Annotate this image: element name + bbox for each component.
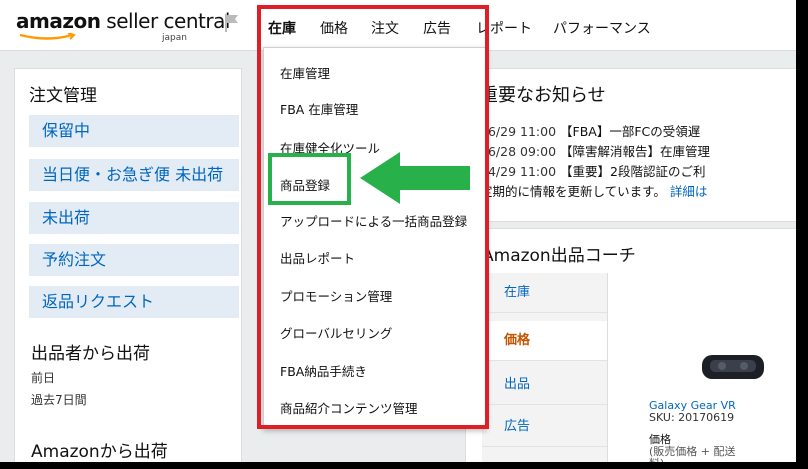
coach-tab-inventory[interactable]: 在庫 — [482, 273, 607, 313]
notice-details-link[interactable]: 詳細は — [670, 184, 708, 199]
same-day-unshipped-button[interactable]: 当日便・お急ぎ便 未出荷 — [29, 159, 239, 191]
product-sku: SKU: 20170619 — [649, 411, 735, 424]
nav-performance[interactable]: パフォーマンス — [553, 18, 651, 38]
amazon-seller-central-logo[interactable]: amazon seller central japan — [16, 9, 230, 43]
return-requests-button[interactable]: 返品リクエスト — [29, 286, 239, 318]
menu-item-add-product[interactable]: 商品登録 — [280, 175, 330, 194]
notice-item[interactable]: 04/29 11:00 【重要】2段階認証のご利 — [480, 161, 705, 180]
logo-seller-central-text: seller central — [100, 9, 230, 33]
menu-item-bulk-upload[interactable]: アップロードによる一括商品登録 — [280, 211, 467, 230]
menu-item-promotions[interactable]: プロモーション管理 — [280, 286, 392, 305]
notice-item[interactable]: 06/28 09:00 【障害解消報告】在庫管理 — [480, 141, 710, 160]
notice-footer: 定期的に情報を更新しています。 詳細は — [480, 184, 708, 199]
preorders-button[interactable]: 予約注文 — [29, 244, 239, 276]
top-navigation-bar: amazon seller central japan 在庫 価格 注文 広告 … — [0, 0, 796, 51]
flag-icon[interactable] — [224, 13, 240, 33]
coach-tab-pricing[interactable]: 価格 — [482, 321, 607, 361]
nav-reports[interactable]: レポート — [476, 18, 532, 38]
nav-pricing[interactable]: 価格 — [320, 18, 348, 38]
nav-orders[interactable]: 注文 — [371, 18, 399, 38]
menu-item-fba-inventory[interactable]: FBA 在庫管理 — [280, 99, 358, 118]
green-arrow-icon — [360, 152, 470, 204]
amazon-smile-icon — [19, 33, 76, 40]
pending-orders-button[interactable]: 保留中 — [29, 115, 239, 147]
menu-item-a-plus-content[interactable]: 商品紹介コンテンツ管理 — [280, 398, 418, 417]
vr-headset-thumbnail-icon[interactable] — [698, 349, 768, 383]
inventory-dropdown-menu: 在庫管理 FBA 在庫管理 在庫健全化ツール 商品登録 アップロードによる一括商… — [263, 47, 487, 429]
order-management-card: 注文管理 保留中 当日便・お急ぎ便 未出荷 未出荷 予約注文 返品リクエスト 出… — [14, 68, 242, 462]
logo-japan-text: japan — [162, 33, 187, 43]
menu-item-fba-shipment[interactable]: FBA納品手続き — [280, 361, 367, 380]
seller-fulfilled-yesterday[interactable]: 前日 — [31, 369, 55, 386]
seller-coach-card: Amazon出品コーチ 在庫 価格 出品 広告 Galaxy Gear VR S… — [465, 228, 796, 462]
nav-inventory[interactable]: 在庫 — [268, 18, 296, 38]
notice-item[interactable]: 06/29 11:00 【FBA】一部FCの受領遅 — [480, 121, 700, 140]
nav-advertising[interactable]: 広告 — [423, 18, 451, 38]
seller-fulfilled-7days[interactable]: 過去7日間 — [31, 391, 87, 408]
coach-tab-advertising[interactable]: 広告 — [482, 407, 607, 447]
important-notices-card: 重要なお知らせ 06/29 11:00 【FBA】一部FCの受領遅 06/28 … — [465, 68, 796, 222]
notices-title: 重要なお知らせ — [480, 85, 606, 106]
menu-item-global-selling[interactable]: グローバルセリング — [280, 323, 392, 342]
amazon-fulfilled-title: Amazonから出荷 — [31, 442, 168, 462]
menu-item-inventory-management[interactable]: 在庫管理 — [280, 63, 330, 82]
order-management-title: 注文管理 — [29, 86, 97, 106]
seller-coach-title: Amazon出品コーチ — [482, 246, 636, 266]
logo-amazon-text: amazon — [16, 9, 101, 33]
menu-item-listing-report[interactable]: 出品レポート — [280, 248, 355, 267]
seller-fulfilled-title: 出品者から出荷 — [31, 344, 150, 364]
coach-tab-list: 在庫 価格 出品 広告 — [482, 273, 608, 462]
seller-central-window: amazon seller central japan 在庫 価格 注文 広告 … — [0, 0, 796, 462]
price-note-cont: 料) — [649, 455, 664, 462]
unshipped-button[interactable]: 未出荷 — [29, 202, 239, 234]
coach-tab-listing[interactable]: 出品 — [482, 365, 607, 405]
